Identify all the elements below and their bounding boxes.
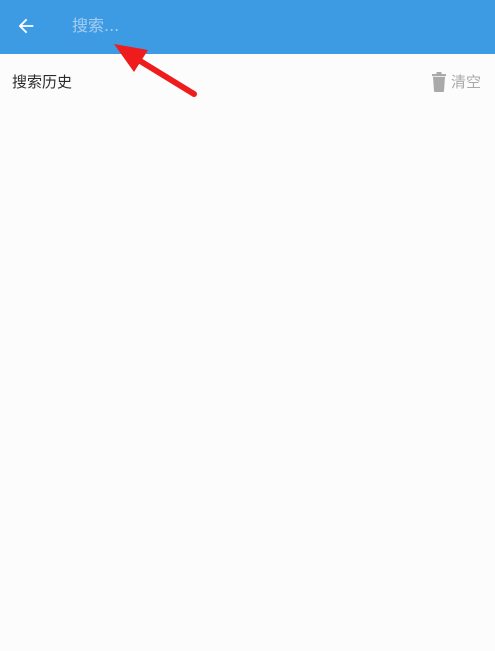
top-app-bar	[0, 0, 495, 54]
back-button[interactable]	[12, 12, 40, 40]
search-screen: 搜索历史 清空	[0, 0, 495, 651]
search-history-title: 搜索历史	[12, 73, 73, 91]
clear-history-button[interactable]: 清空	[431, 71, 481, 92]
search-history-header: 搜索历史 清空	[0, 54, 495, 110]
trash-icon	[431, 71, 446, 92]
clear-history-label: 清空	[450, 73, 481, 91]
search-input[interactable]	[68, 10, 476, 40]
arrow-left-icon	[18, 18, 34, 34]
